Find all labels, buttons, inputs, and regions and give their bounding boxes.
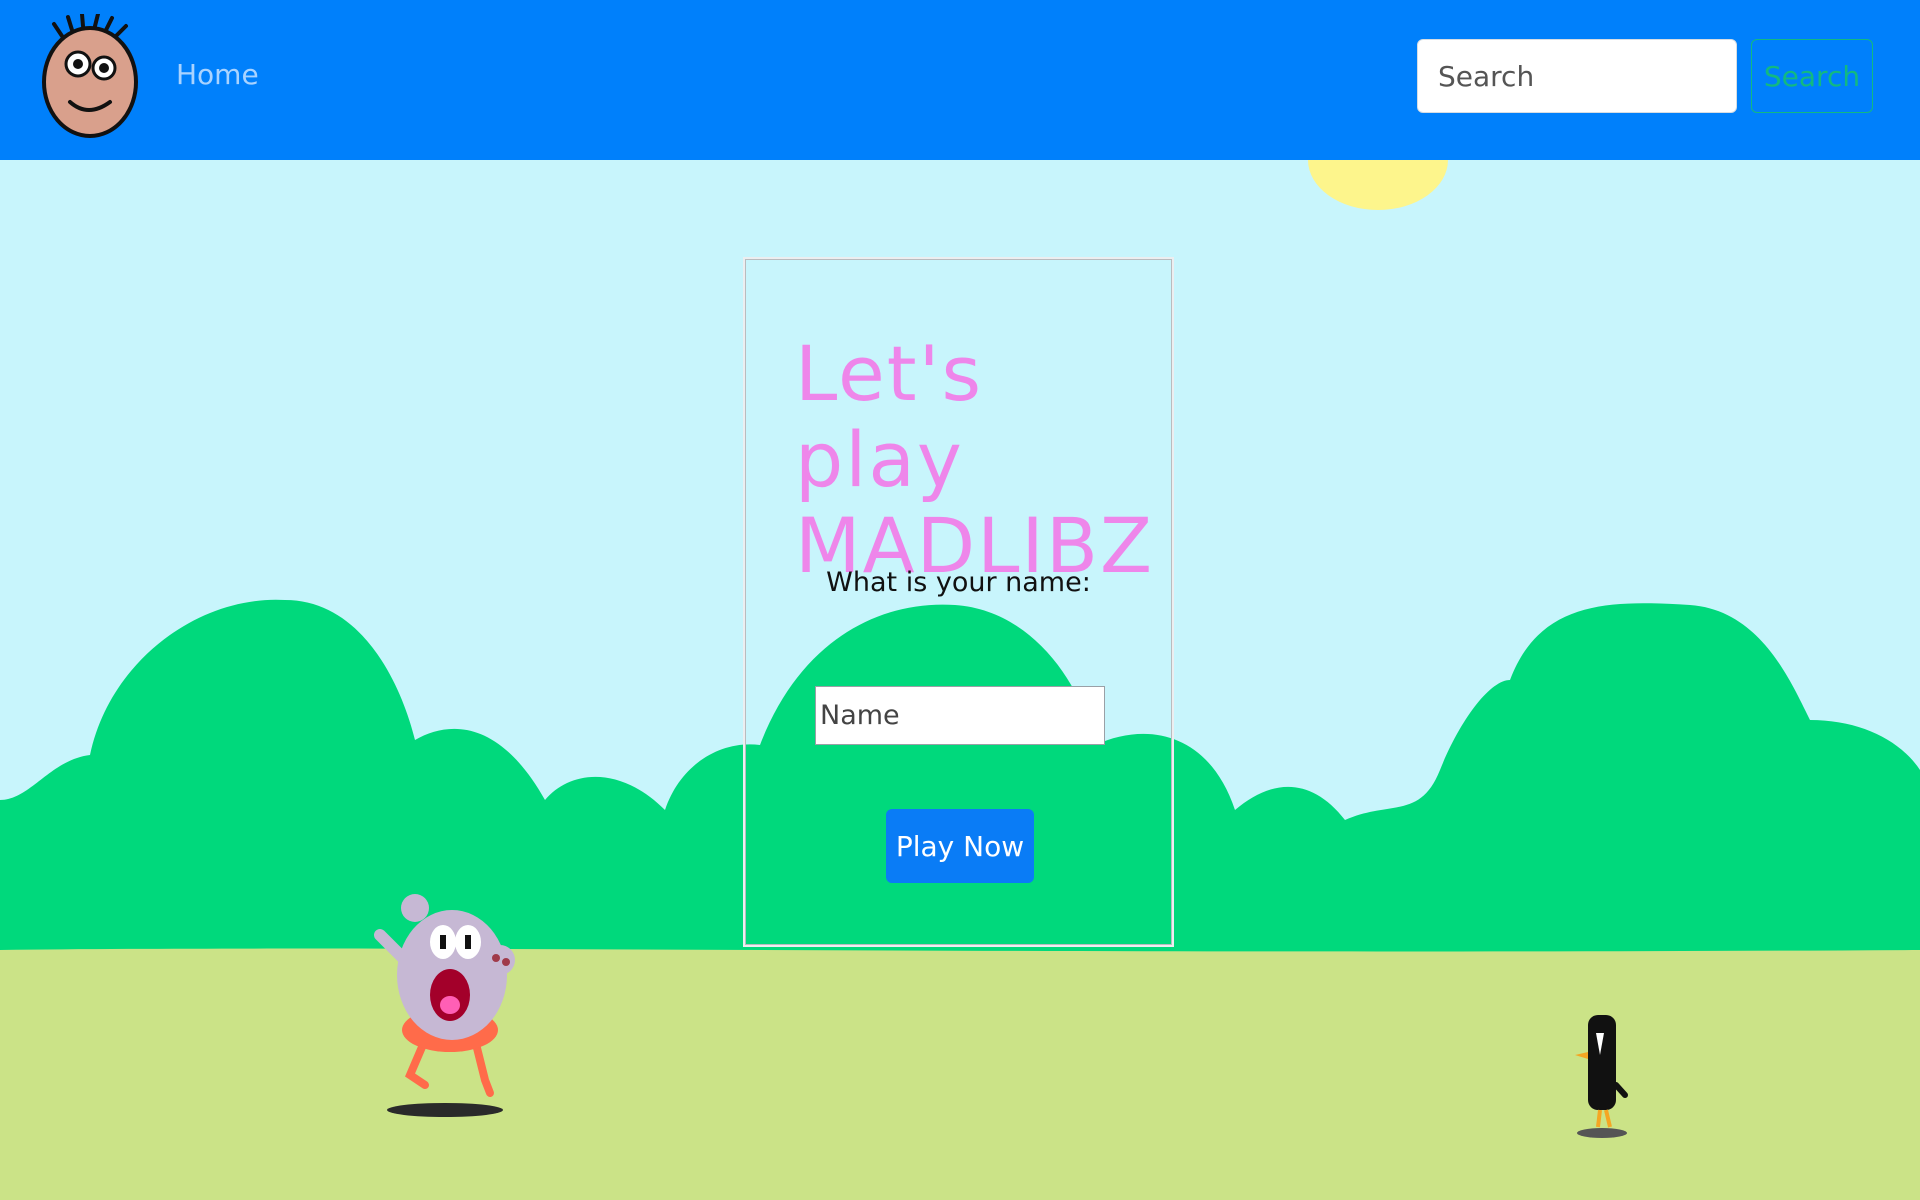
name-input[interactable] [815, 686, 1105, 745]
sun-icon [1308, 160, 1448, 210]
name-prompt-label: What is your name: [826, 567, 1091, 598]
cartoon-face-icon[interactable] [40, 14, 140, 138]
madlibz-page: Home Search Let's play MADLIBZ What is y… [0, 0, 1920, 1200]
top-navbar: Home Search [0, 0, 1920, 160]
madlibz-card: Let's play MADLIBZ What is your name: Pl… [743, 257, 1174, 947]
nav-home-link[interactable]: Home [176, 58, 259, 91]
search-button[interactable]: Search [1751, 39, 1873, 113]
page-title: Let's play MADLIBZ [795, 329, 1155, 590]
search-input[interactable] [1417, 39, 1737, 113]
play-now-button[interactable]: Play Now [886, 809, 1034, 883]
ground [0, 948, 1920, 1200]
